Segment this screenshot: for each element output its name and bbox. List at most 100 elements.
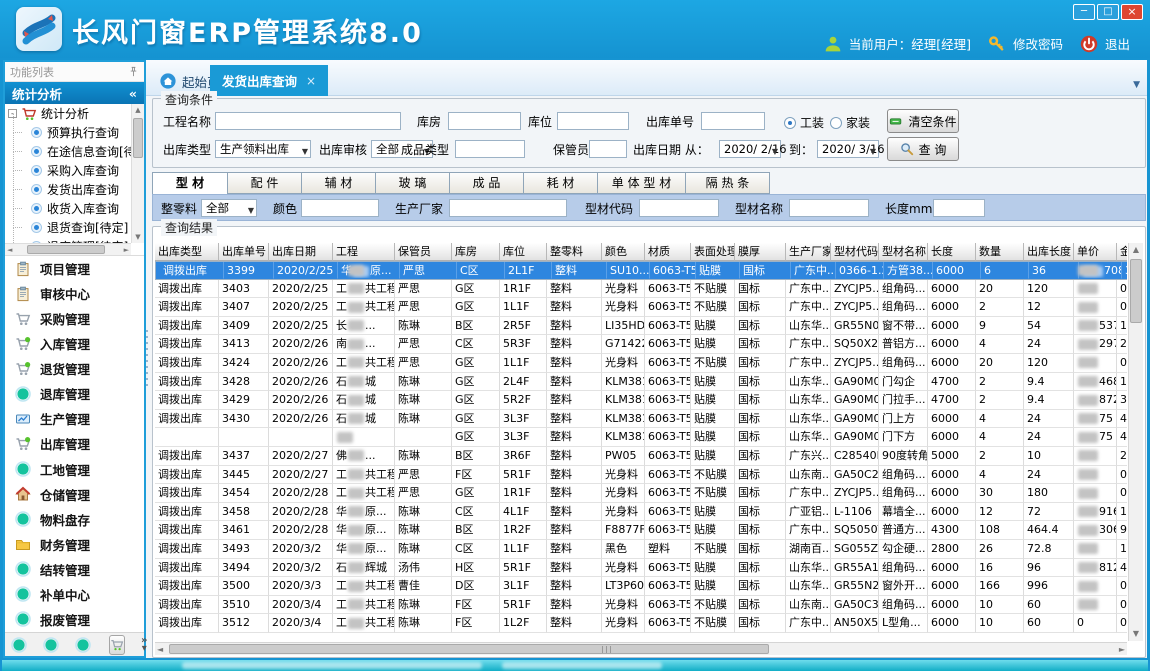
sidebar-item-物料盘存[interactable]: 物料盘存 [5, 507, 144, 532]
table-row[interactable]: 调拨出库34542020/2/28工共工程严思G区1R1F整料光身料6063-T… [155, 484, 1127, 503]
sidebar-item-仓储管理[interactable]: 仓储管理 [5, 482, 144, 507]
sidebar-item-采购管理[interactable]: 采购管理 [5, 306, 144, 331]
table-horizontal-scrollbar[interactable]: ◄ ► [155, 642, 1127, 655]
tree-item[interactable]: 采购入库查询 [5, 161, 131, 180]
table-row[interactable]: 调拨出库34582020/2/28华原...陈琳C区4L1F整料光身料6063-… [155, 503, 1127, 522]
tab-close-icon[interactable]: × [306, 74, 316, 88]
table-row[interactable]: 调拨出库34452020/2/27工共工程严思F区5R1F整料光身料6063-T… [155, 466, 1127, 485]
sidebar-item-退库管理[interactable]: 退库管理 [5, 381, 144, 406]
sidebar-item-财务管理[interactable]: 财务管理 [5, 532, 144, 557]
table-row[interactable]: 调拨出库34092020/2/25长...陈琳B区2R5F整料LI35HD606… [155, 317, 1127, 336]
length-input[interactable] [933, 199, 985, 217]
column-header-3[interactable]: 出库日期 [269, 243, 333, 261]
whole-part-select[interactable]: 全部▼ [201, 199, 257, 217]
tree-root-node[interactable]: - 统计分析 [5, 104, 131, 123]
scroll-down-icon[interactable]: ▼ [1129, 628, 1143, 640]
column-header-6[interactable]: 库房 [452, 243, 500, 261]
material-tab-7[interactable]: 单 体 型 材 [598, 172, 686, 194]
table-row[interactable]: 调拨出库34072020/2/25工共工程严思G区1L1F整料光身料6063-T… [155, 298, 1127, 317]
column-header-5[interactable]: 保管员 [395, 243, 452, 261]
tree-item[interactable]: 预算执行查询 [5, 123, 131, 142]
clear-conditions-button[interactable]: 清空条件 [887, 109, 959, 133]
sidebar-item-审核中心[interactable]: 审核中心 [5, 281, 144, 306]
outbound-shortcut-button[interactable] [109, 635, 125, 655]
column-header-10[interactable]: 材质 [645, 243, 691, 261]
column-header-8[interactable]: 整零料 [547, 243, 602, 261]
table-row[interactable]: 调拨出库34282020/2/26石城陈琳G区2L4F整料KLM38176063… [155, 373, 1127, 392]
radio-jiazhuang[interactable]: 家装 [830, 114, 870, 131]
material-tab-1[interactable]: 型 材 [152, 172, 228, 195]
radio-gongzhuang[interactable]: 工装 [784, 114, 824, 131]
minimize-button[interactable]: ─ [1073, 4, 1095, 20]
footer-more-button[interactable]: »▾ [141, 637, 147, 653]
sidebar-item-结转管理[interactable]: 结转管理 [5, 557, 144, 582]
material-tab-3[interactable]: 辅 材 [302, 172, 376, 194]
panel-splitter[interactable] [146, 330, 148, 390]
date-to-picker[interactable]: 2020/ 3/16▼ [817, 140, 879, 158]
profile-code-input[interactable] [639, 199, 719, 217]
column-header-12[interactable]: 膜厚 [735, 243, 786, 261]
section-header-statistics[interactable]: 统计分析 « [5, 82, 144, 104]
column-header-18[interactable]: 出库长度 [1024, 243, 1074, 261]
column-header-7[interactable]: 库位 [500, 243, 547, 261]
column-header-9[interactable]: 颜色 [602, 243, 645, 261]
column-header-4[interactable]: 工程 [333, 243, 395, 261]
material-tab-2[interactable]: 配 件 [228, 172, 302, 194]
column-header-19[interactable]: 单价 [1074, 243, 1117, 261]
table-row[interactable]: 调拨出库35122020/3/4工共工程陈琳F区1L2F整料光身料6063-T5… [155, 614, 1127, 633]
profile-name-input[interactable] [789, 199, 869, 217]
column-header-1[interactable]: 出库类型 [155, 243, 219, 261]
color-input[interactable] [301, 199, 379, 217]
tree-item[interactable]: 在途信息查询[待 [5, 142, 131, 161]
scroll-up-icon[interactable]: ▲ [132, 104, 144, 116]
product-type-input[interactable] [455, 140, 525, 158]
date-from-picker[interactable]: 2020/ 2/16▼ [719, 140, 781, 158]
table-row[interactable]: 调拨出库34932020/3/2华原...陈琳C区1L1F整料黑色塑料不贴膜国标… [155, 540, 1127, 559]
table-row[interactable]: 调拨出库34292020/2/26石城陈琳G区5R2F整料KLM38176063… [155, 391, 1127, 410]
column-header-13[interactable]: 生产厂家 [786, 243, 831, 261]
sidebar-item-报废管理[interactable]: 报废管理 [5, 607, 144, 632]
table-row[interactable]: 调拨出库34612020/2/28华原...陈琳B区1R2F整料F8877FT6… [155, 521, 1127, 540]
change-password-link[interactable]: 修改密码 [1013, 34, 1063, 53]
outbound-type-select[interactable]: 生产领料出库▼ [215, 140, 311, 158]
tree-item[interactable]: 发货出库查询 [5, 180, 131, 199]
sidebar-item-出库管理[interactable]: 出库管理 [5, 431, 144, 456]
location-input[interactable] [557, 112, 629, 130]
sidebar-item-入库管理[interactable]: 入库管理 [5, 331, 144, 356]
column-header-15[interactable]: 型材名称 [879, 243, 928, 261]
material-tab-4[interactable]: 玻 璃 [376, 172, 450, 194]
scroll-down-icon[interactable]: ▼ [132, 231, 144, 243]
warehouse-input[interactable] [448, 112, 521, 130]
table-row[interactable]: 调拨出库33992020/2/25华原...严思C区2L1F整料SU10...6… [155, 261, 1127, 280]
column-header-11[interactable]: 表面处理 [691, 243, 735, 261]
material-tab-8[interactable]: 隔 热 条 [686, 172, 770, 194]
manufacturer-input[interactable] [449, 199, 567, 217]
table-row[interactable]: 调拨出库34132020/2/26南...严思C区5R3F整料G71422606… [155, 335, 1127, 354]
column-header-17[interactable]: 数量 [976, 243, 1024, 261]
scroll-right-icon[interactable]: ► [124, 244, 129, 256]
table-row[interactable]: 调拨出库34302020/2/26石城陈琳G区3L3F整料KLM38176063… [155, 410, 1127, 429]
table-vertical-scrollbar[interactable]: ▲ ▼ [1128, 243, 1143, 641]
pin-icon[interactable] [128, 66, 139, 77]
column-header-14[interactable]: 型材代码 [831, 243, 879, 261]
column-header-2[interactable]: 出库单号 [219, 243, 269, 261]
tab-list-dropdown-icon[interactable]: ▼ [1133, 80, 1140, 90]
table-row[interactable]: 调拨出库35002020/3/3工共工程曹佳D区3L1F整料LT3P606063… [155, 577, 1127, 596]
order-no-input[interactable] [701, 112, 765, 130]
tab-shipping-outbound-query[interactable]: 发货出库查询 × [210, 65, 328, 96]
maximize-button[interactable]: □ [1097, 4, 1119, 20]
table-row[interactable]: 调拨出库34942020/3/2石辉城汤伟H区5R1F整料光身料6063-T5贴… [155, 559, 1127, 578]
column-header-16[interactable]: 长度 [928, 243, 976, 261]
tree-vertical-scrollbar[interactable]: ▲ ▼ [131, 104, 144, 243]
table-row[interactable]: 调拨出库34242020/2/26工共工程严思G区1L1F整料光身料6063-T… [155, 354, 1127, 373]
sidebar-item-工地管理[interactable]: 工地管理 [5, 457, 144, 482]
scroll-up-icon[interactable]: ▲ [1129, 244, 1143, 256]
tree-horizontal-scrollbar[interactable]: ◄ ► [5, 243, 131, 255]
sidebar-item-生产管理[interactable]: 生产管理 [5, 406, 144, 431]
sidebar-item-退货管理[interactable]: 退货管理 [5, 356, 144, 381]
logout-link[interactable]: 退出 [1105, 34, 1130, 53]
project-name-input[interactable] [215, 112, 401, 130]
table-row[interactable]: 调拨出库34032020/2/25工共工程严思G区1R1F整料光身料6063-T… [155, 280, 1127, 299]
scroll-right-icon[interactable]: ► [1119, 643, 1125, 656]
collapse-icon[interactable]: « [129, 86, 137, 101]
